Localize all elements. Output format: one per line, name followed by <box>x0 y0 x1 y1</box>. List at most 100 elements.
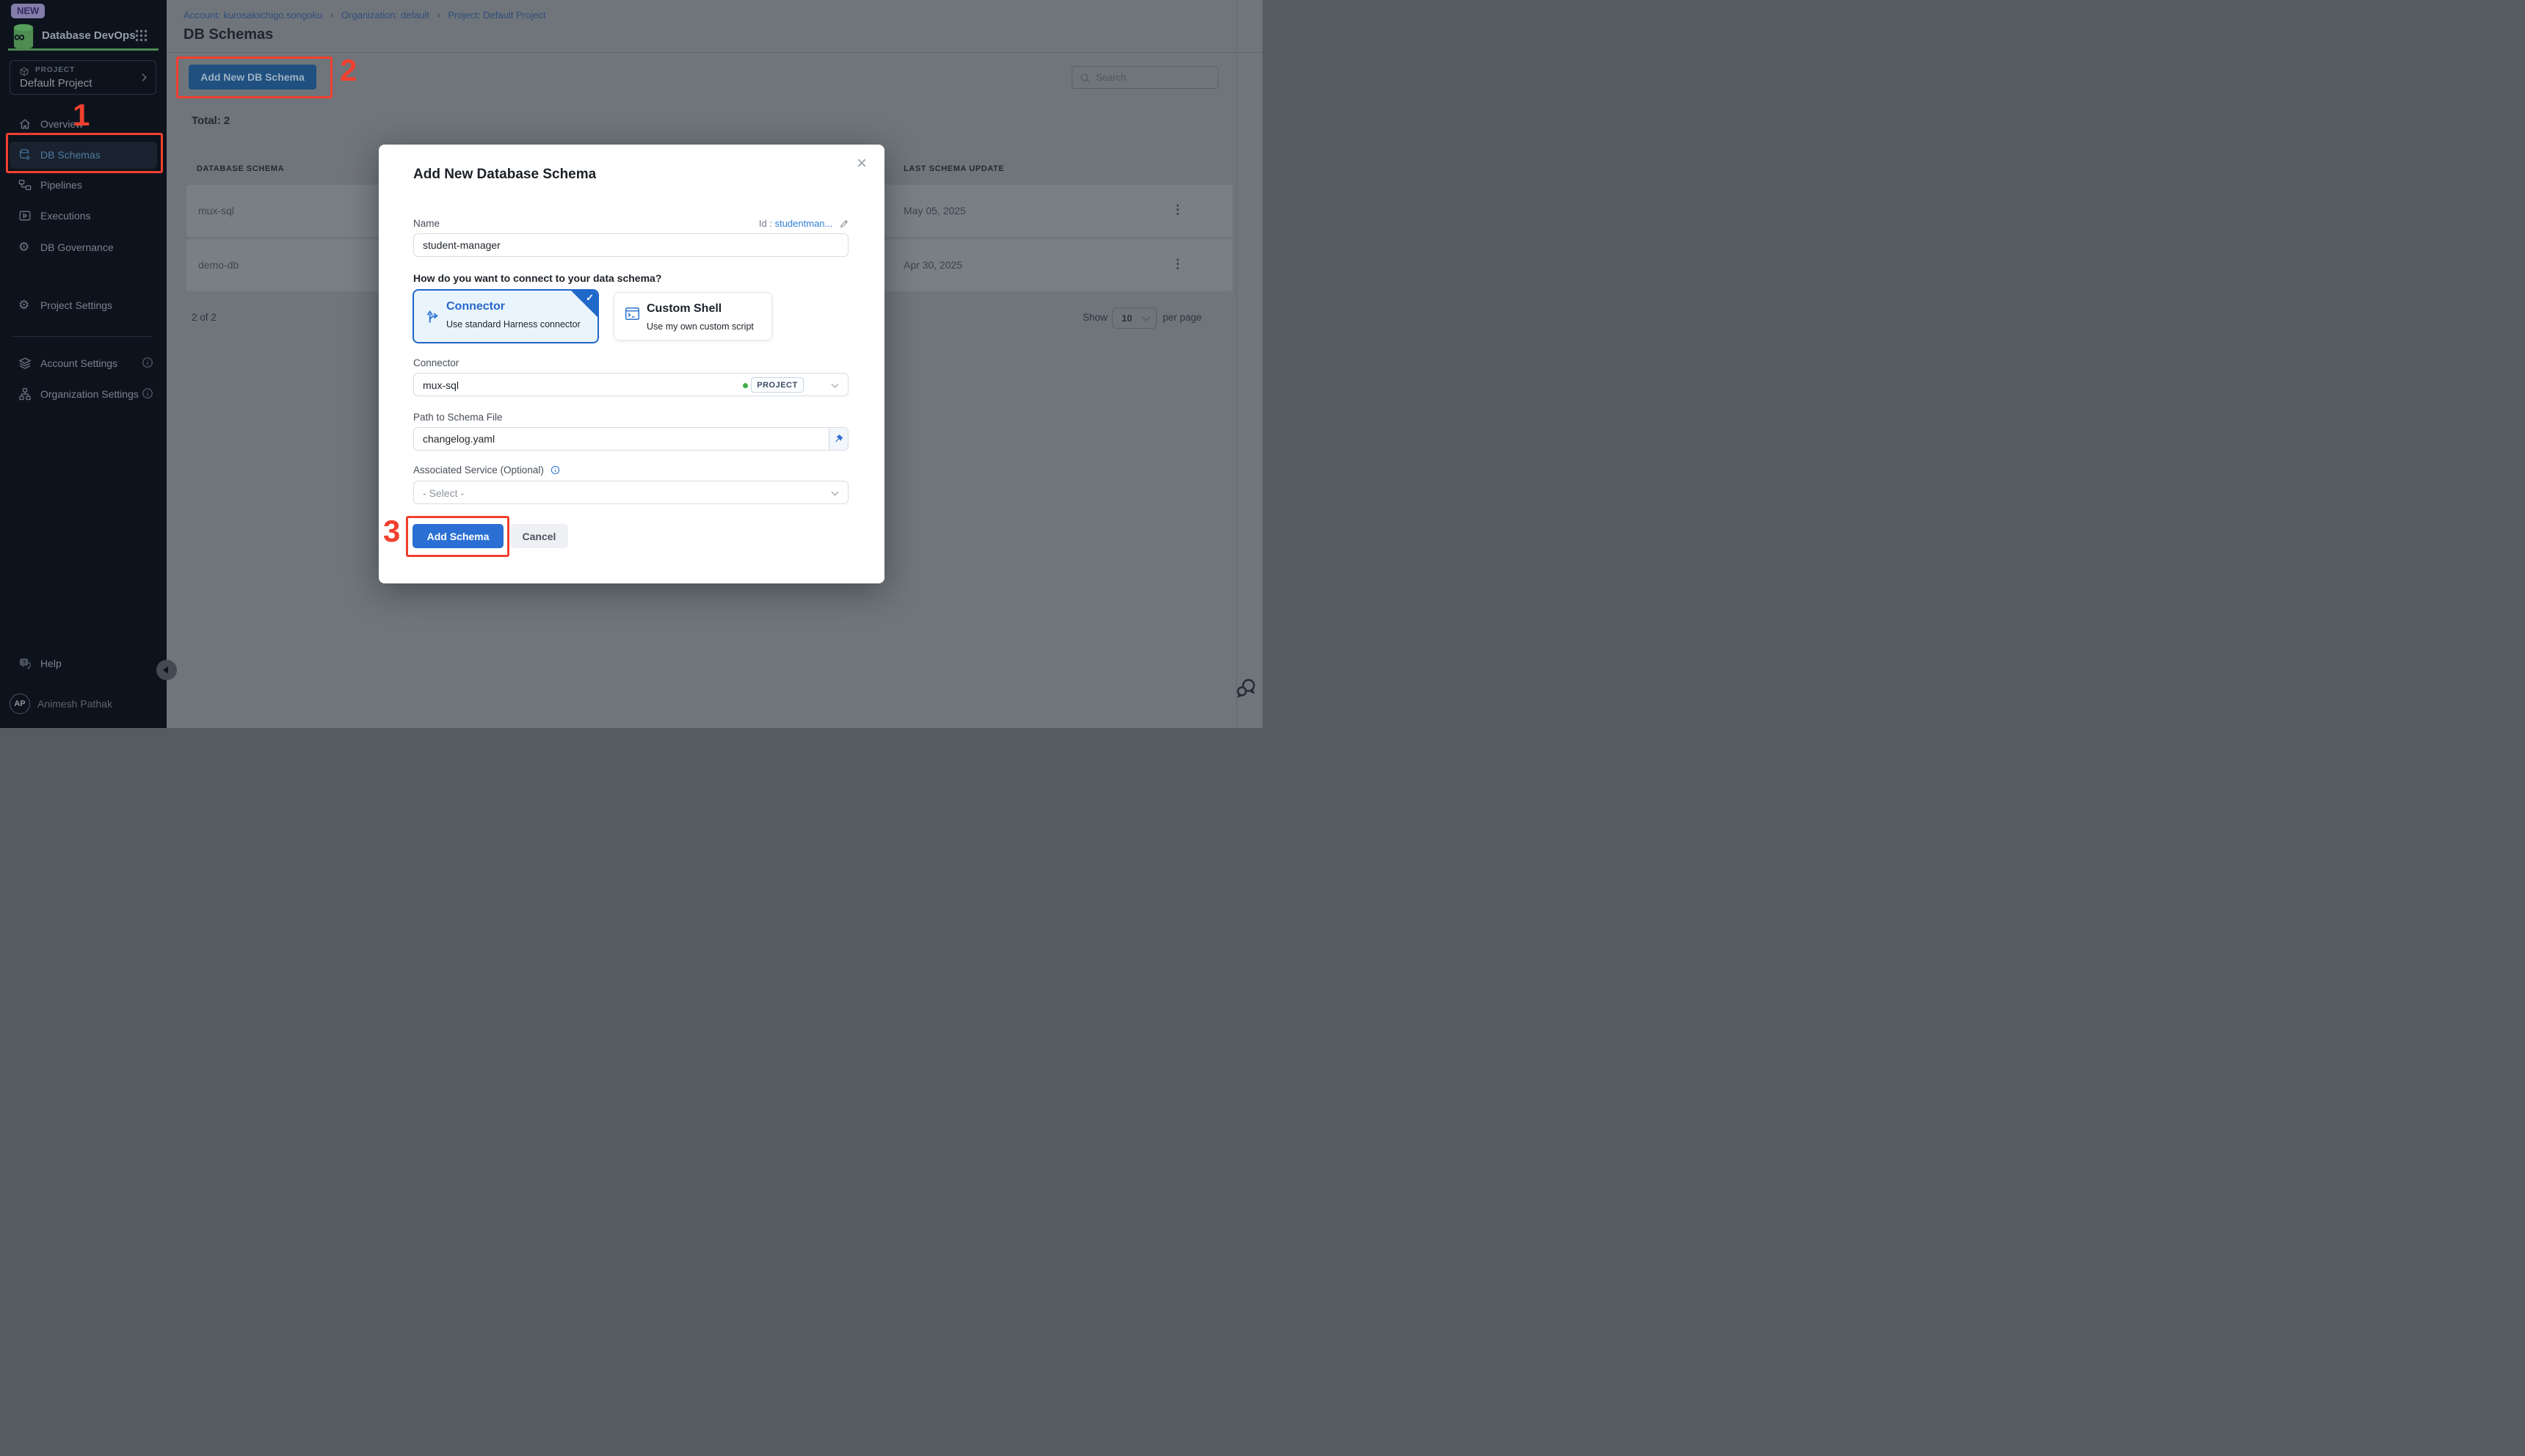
governance-gear-icon: ⚙ <box>18 241 29 253</box>
sidebar-divider <box>12 336 153 337</box>
collapse-left-icon <box>163 666 168 674</box>
check-icon: ✓ <box>586 292 594 304</box>
scroll-edge-divider <box>1236 0 1237 728</box>
sidebar-item-organization-settings[interactable]: Organization Settings <box>10 382 157 407</box>
annotation-box-3 <box>406 516 509 557</box>
path-label: Path to Schema File <box>413 412 503 423</box>
option-card-custom-shell[interactable]: Custom Shell Use my own custom script <box>614 292 772 341</box>
sidebar-item-project-settings[interactable]: ⚙ Project Settings <box>10 293 157 318</box>
connector-fork-icon <box>424 307 440 326</box>
sidebar-item-account-settings[interactable]: Account Settings <box>10 351 157 376</box>
project-name: Default Project <box>20 77 92 90</box>
settings-gear-icon: ⚙ <box>18 299 29 311</box>
sidebar-item-executions[interactable]: Executions <box>10 203 157 228</box>
option-subtitle: Use standard Harness connector <box>446 319 581 330</box>
breadcrumb-separator: › <box>330 10 333 21</box>
pin-icon <box>834 434 844 444</box>
new-badge: NEW <box>11 4 45 18</box>
connector-value: mux-sql <box>423 379 459 391</box>
breadcrumb-project[interactable]: Project: Default Project <box>448 10 546 21</box>
sidebar-item-help[interactable]: ? Help <box>10 651 157 676</box>
option-card-connector[interactable]: ✓ Connector Use standard Harness connect… <box>413 289 599 343</box>
avatar[interactable]: AP <box>10 694 30 714</box>
id-value-link[interactable]: studentman... <box>775 218 833 229</box>
name-label: Name <box>413 218 440 229</box>
sidebar-item-pipelines[interactable]: Pipelines <box>10 172 157 197</box>
option-title: Connector <box>446 300 505 313</box>
info-icon <box>142 387 153 399</box>
support-chat-icon[interactable] <box>1235 677 1258 700</box>
annotation-number-1: 1 <box>73 98 90 133</box>
total-count: Total: 2 <box>192 114 230 127</box>
app-title: Database DevOps <box>42 29 136 42</box>
info-icon <box>142 357 153 368</box>
database-devops-logo: ∞ <box>10 22 37 51</box>
modal-title: Add New Database Schema <box>413 167 596 183</box>
id-prefix: Id : <box>759 218 772 229</box>
option-title: Custom Shell <box>647 302 722 316</box>
kebab-menu-icon[interactable]: ⋮ <box>1171 257 1184 272</box>
entity-id: Id : studentman... <box>759 218 850 229</box>
connection-question: How do you want to connect to your data … <box>413 272 661 284</box>
kebab-menu-icon[interactable]: ⋮ <box>1171 203 1184 217</box>
project-type-label: PROJECT <box>35 66 75 74</box>
service-placeholder: - Select - <box>423 487 464 499</box>
svg-text:?: ? <box>23 659 26 666</box>
pin-slot[interactable] <box>829 428 848 450</box>
option-subtitle: Use my own custom script <box>647 321 754 332</box>
user-name[interactable]: Animesh Pathak <box>37 698 112 710</box>
page-title: DB Schemas <box>184 26 273 43</box>
path-input[interactable] <box>414 428 825 450</box>
org-hierarchy-icon <box>18 387 32 401</box>
path-field <box>413 427 849 451</box>
page-size-select[interactable]: 10 <box>1112 307 1157 329</box>
chevron-down-icon <box>1143 314 1150 321</box>
terminal-icon <box>625 306 641 322</box>
search-input[interactable] <box>1096 67 1213 88</box>
schema-name-input[interactable] <box>413 233 849 257</box>
annotation-number-3: 3 <box>383 514 400 549</box>
project-selector[interactable]: PROJECT Default Project <box>10 60 156 95</box>
app-root: NEW ∞ Database DevOps PROJECT Default Pr… <box>0 0 1262 728</box>
close-icon[interactable]: × <box>857 153 867 174</box>
breadcrumb-separator: › <box>437 10 440 21</box>
sidebar-collapse-handle[interactable] <box>156 660 177 680</box>
search-icon <box>1080 73 1091 84</box>
app-switcher-icon[interactable] <box>135 29 148 42</box>
pagination-show-label: Show <box>1083 312 1108 323</box>
infinity-glyph: ∞ <box>14 29 25 46</box>
edit-pencil-icon[interactable] <box>840 218 850 228</box>
pagination-count: 2 of 2 <box>192 312 217 323</box>
column-header-last-schema-update: LAST SCHEMA UPDATE <box>904 164 1004 173</box>
info-icon[interactable] <box>551 465 560 475</box>
help-chat-icon: ? <box>18 657 32 671</box>
breadcrumb-org[interactable]: Organization: default <box>341 10 429 21</box>
annotation-box-2 <box>176 57 333 98</box>
chevron-right-icon <box>139 74 147 81</box>
chevron-down-icon <box>832 489 839 496</box>
executions-icon <box>18 209 32 222</box>
connector-select[interactable]: mux-sql PROJECT <box>413 373 849 396</box>
status-dot-green <box>743 383 748 388</box>
breadcrumb: Account: kurosakiichigo.songoku › Organi… <box>184 10 545 21</box>
search-box <box>1072 66 1218 89</box>
column-header-database-schema: DATABASE SCHEMA <box>197 164 284 173</box>
schema-name: mux-sql <box>198 205 234 216</box>
schema-name: demo-db <box>198 259 239 271</box>
last-update-date: Apr 30, 2025 <box>904 259 962 271</box>
home-icon <box>18 117 32 131</box>
pipelines-icon <box>18 178 32 192</box>
brand-divider <box>8 48 159 51</box>
service-label: Associated Service (Optional) <box>413 465 560 476</box>
header-divider <box>167 52 1262 53</box>
pagination-per-page-label: per page <box>1163 312 1202 323</box>
sidebar-item-db-governance[interactable]: ⚙ DB Governance <box>10 235 157 260</box>
connector-label: Connector <box>413 357 459 368</box>
annotation-number-2: 2 <box>340 53 357 88</box>
cancel-button[interactable]: Cancel <box>510 524 568 548</box>
last-update-date: May 05, 2025 <box>904 205 966 216</box>
service-select[interactable]: - Select - <box>413 481 849 504</box>
scope-badge: PROJECT <box>751 377 804 393</box>
breadcrumb-account[interactable]: Account: kurosakiichigo.songoku <box>184 10 322 21</box>
layers-icon <box>18 357 32 370</box>
